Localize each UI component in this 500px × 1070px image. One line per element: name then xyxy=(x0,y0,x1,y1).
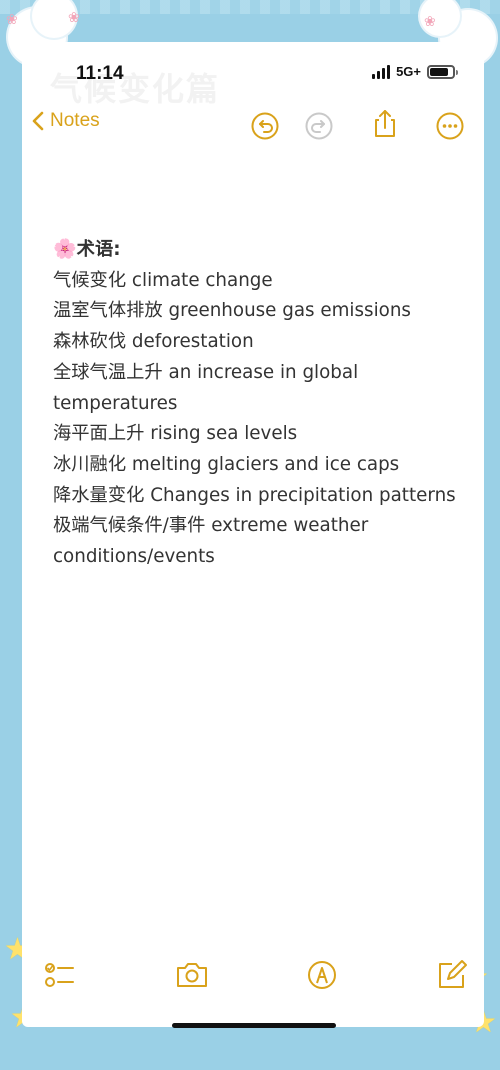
signal-icon xyxy=(372,64,391,79)
network-label: 5G+ xyxy=(396,64,421,79)
note-body[interactable]: 🌸术语: 气候变化 climate change 温室气体排放 greenhou… xyxy=(53,234,473,573)
bow-decoration: ❀ xyxy=(6,12,18,28)
camera-icon[interactable] xyxy=(175,958,209,992)
back-label: Notes xyxy=(50,110,100,131)
note-line: 海平面上升 rising sea levels xyxy=(53,423,298,445)
note-line: 降水量变化 Changes in precipitation patterns xyxy=(53,484,456,506)
share-icon[interactable] xyxy=(370,108,400,138)
compose-icon[interactable] xyxy=(435,958,469,992)
note-line: 温室气体排放 greenhouse gas emissions xyxy=(53,300,411,322)
redo-icon[interactable] xyxy=(304,111,334,141)
note-heading-text: 术语: xyxy=(76,239,121,260)
status-indicators: 5G+ xyxy=(372,64,458,79)
status-time: 11:14 xyxy=(76,63,124,84)
flower-icon: 🌸 xyxy=(53,238,77,260)
note-line: 全球气温上升 an increase in global temperature… xyxy=(53,361,359,414)
note-heading: 🌸术语: xyxy=(53,234,473,266)
battery-icon xyxy=(427,64,458,79)
note-line: 气候变化 climate change xyxy=(53,269,273,291)
back-button[interactable]: Notes xyxy=(32,110,100,132)
home-indicator[interactable] xyxy=(172,1023,336,1028)
note-line: 极端气候条件/事件 extreme weather conditions/eve… xyxy=(53,515,369,568)
note-line: 冰川融化 melting glaciers and ice caps xyxy=(53,453,400,475)
undo-icon[interactable] xyxy=(250,111,280,141)
bow-decoration: ❀ xyxy=(424,14,436,30)
checklist-icon[interactable] xyxy=(42,958,76,992)
markup-icon[interactable] xyxy=(305,958,339,992)
chevron-left-icon xyxy=(32,111,44,131)
note-line: 森林砍伐 deforestation xyxy=(53,331,254,353)
more-icon[interactable] xyxy=(435,111,465,141)
bow-decoration: ❀ xyxy=(68,10,80,26)
